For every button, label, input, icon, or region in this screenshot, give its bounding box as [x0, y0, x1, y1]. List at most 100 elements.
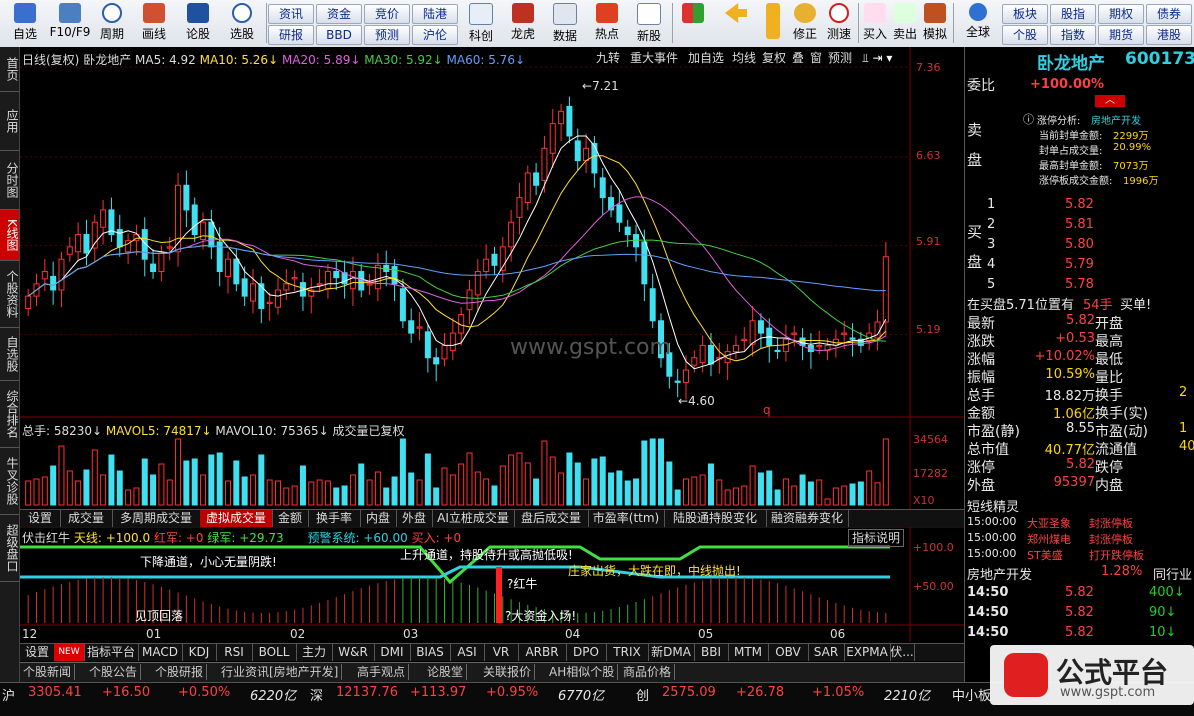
short-item-0-0[interactable]: 15:00:00	[967, 515, 1016, 528]
toolbar-data-button[interactable]: 数据	[544, 2, 586, 45]
indicator-help-button[interactable]: 指标说明	[848, 529, 905, 547]
tab-4[interactable]: 金额	[272, 510, 309, 527]
toolbar-bbd-button[interactable]: BBD	[316, 25, 362, 45]
indicator-tab-16[interactable]: 新DMA	[648, 644, 695, 661]
indicator-tab-21[interactable]: EXPMA	[844, 644, 891, 661]
tab-11[interactable]: 陆股通持股变化	[664, 510, 767, 527]
short-item-0-2[interactable]: 封涨停板	[1089, 515, 1133, 531]
status-1-0[interactable]: 深	[310, 685, 323, 704]
tab-8[interactable]: AI立桩成交量	[432, 510, 515, 527]
toolbar-sim-button[interactable]: 模拟	[920, 2, 950, 45]
toolbar-yanbao-button[interactable]: 研报	[268, 25, 314, 45]
toolbar-lungu-button[interactable]: 论股	[178, 2, 218, 45]
tab-10[interactable]: 市盈率(ttm)	[588, 510, 665, 527]
kline-chart-area[interactable]: 日线(复权) 卧龙地产 MA5: 4.92 MA10: 5.26↓ MA20: …	[20, 47, 964, 642]
indicator-tab-11[interactable]: ASI	[450, 644, 485, 661]
indicator-tab-15[interactable]: TRIX	[606, 644, 649, 661]
indicator-tab-9[interactable]: DMI	[374, 644, 411, 661]
short-item-2-1[interactable]: ST美盛	[1027, 547, 1063, 563]
buy-price-2[interactable]: 5.80	[1065, 237, 1094, 252]
toolbar-updown-button[interactable]	[760, 2, 786, 45]
short-item-1-1[interactable]: 郑州煤电	[1027, 531, 1071, 547]
status-extra[interactable]: 中小板	[952, 685, 991, 704]
status-0-0[interactable]: 沪	[2, 685, 15, 704]
buy-price-1[interactable]: 5.81	[1065, 217, 1094, 232]
toolbar-longhu-button[interactable]: 龙虎	[502, 2, 544, 45]
indicator-tab-6[interactable]: BOLL	[252, 644, 297, 661]
news-tab-1[interactable]: 个股公告	[86, 664, 142, 680]
inbuy-button[interactable]: 买单!	[1120, 294, 1151, 313]
news-tab-7[interactable]: AH相似个股	[546, 664, 619, 680]
indicator-tab-12[interactable]: VR	[484, 644, 519, 661]
status-2-0[interactable]: 创	[636, 685, 649, 704]
indicator-tab-8[interactable]: W&R	[332, 644, 375, 661]
indicator-tab-14[interactable]: DPO	[566, 644, 607, 661]
indicator-tab-22[interactable]: 伏...	[890, 644, 915, 661]
toolbar-ganggu-button[interactable]: 港股	[1146, 25, 1192, 45]
indicator-tab-13[interactable]: ARBR	[518, 644, 567, 661]
toolbar-qihuo-button[interactable]: 期货	[1098, 25, 1144, 45]
news-tab-2[interactable]: 个股研报	[152, 664, 208, 680]
buy-price-3[interactable]: 5.79	[1065, 257, 1094, 272]
indicator-tab-19[interactable]: OBV	[768, 644, 809, 661]
toolbar-period-button[interactable]: 周期	[92, 2, 132, 45]
sidebar-apps[interactable]: 应用	[0, 92, 19, 151]
indicator-tab-3[interactable]: MACD	[138, 644, 183, 661]
toolbar-yuce-button[interactable]: 预测	[364, 25, 410, 45]
indicator-tab-10[interactable]: BIAS	[410, 644, 451, 661]
toolbar-speedtest-button[interactable]: 测速	[822, 2, 856, 45]
indicator-tab-18[interactable]: MTM	[728, 644, 769, 661]
news-tab-3[interactable]: 行业资讯[房地产开发]	[218, 664, 343, 680]
buy-price-4[interactable]: 5.78	[1065, 277, 1094, 292]
collapse-icon[interactable]: ︿	[1095, 95, 1125, 107]
indicator-tab-20[interactable]: SAR	[808, 644, 845, 661]
toolbar-sell-button[interactable]: 卖出	[890, 2, 920, 45]
toolbar-kechuang-button[interactable]: 科创	[460, 2, 502, 45]
sidebar-intraday[interactable]: 分时图	[0, 151, 19, 210]
toolbar-qiquan-button[interactable]: 期权	[1098, 4, 1144, 24]
sidebar-ranking[interactable]: 综合排名	[0, 381, 19, 448]
toolbar-zijin-button[interactable]: 资金	[316, 4, 362, 24]
sidebar-orderbook[interactable]: 超级盘口	[0, 515, 19, 582]
sidebar-watchlist[interactable]: 自选股	[0, 328, 19, 381]
toolbar-xuangu-button[interactable]: 选股	[220, 2, 264, 45]
toolbar-back-button[interactable]	[718, 2, 754, 45]
indicator-tab-2[interactable]: 指标平台	[84, 644, 139, 661]
indicator-tab-1[interactable]: NEW	[54, 644, 85, 661]
news-tab-4[interactable]: 高手观点	[354, 664, 410, 680]
tab-5[interactable]: 换手率	[308, 510, 361, 527]
news-tab-8[interactable]: 商品价格	[620, 664, 676, 680]
tab-12[interactable]: 融资融券变化	[766, 510, 849, 527]
indicator-tab-17[interactable]: BBI	[694, 644, 729, 661]
toolbar-zixuan-button[interactable]: 自选	[3, 2, 47, 45]
toolbar-buy-button[interactable]: 买入	[860, 2, 890, 45]
indicator-tab-7[interactable]: 主力	[296, 644, 333, 661]
industry-button[interactable]: 同行业	[1153, 564, 1192, 583]
tab-1[interactable]: 成交量	[60, 510, 113, 527]
toolbar-jingjia-button[interactable]: 竞价	[364, 4, 410, 24]
sidebar-diagnosis[interactable]: 牛叉诊股	[0, 448, 19, 515]
tab-2[interactable]: 多周期成交量	[112, 510, 201, 527]
tab-9[interactable]: 盘后成交量	[514, 510, 589, 527]
tab-7[interactable]: 外盘	[396, 510, 433, 527]
toolbar-redian-button[interactable]: 热点	[586, 2, 628, 45]
indicator-tab-5[interactable]: RSI	[216, 644, 253, 661]
short-item-1-2[interactable]: 封涨停板	[1089, 531, 1133, 547]
indicator-tab-4[interactable]: KDJ	[182, 644, 217, 661]
buy-price-0[interactable]: 5.82	[1065, 197, 1094, 212]
news-tab-0[interactable]: 个股新闻	[20, 664, 76, 680]
toolbar-hulun-button[interactable]: 沪伦	[412, 25, 458, 45]
news-tab-6[interactable]: 关联报价	[480, 664, 536, 680]
short-item-1-0[interactable]: 15:00:00	[967, 531, 1016, 544]
toolbar-xingu-button[interactable]: 新股	[628, 2, 670, 45]
toolbar-lugang-button[interactable]: 陆港	[412, 4, 458, 24]
short-item-0-1[interactable]: 大亚圣象	[1027, 515, 1071, 531]
tab-3[interactable]: 虚拟成交量	[200, 510, 273, 527]
toolbar-zhishu-button[interactable]: 指数	[1050, 25, 1096, 45]
toolbar-zhaiquan-button[interactable]: 债券	[1146, 4, 1192, 24]
toolbar-f10-button[interactable]: F10/F9	[48, 2, 92, 45]
sidebar-profile[interactable]: 个股资料	[0, 261, 19, 328]
sidebar-kline[interactable]: K线图	[0, 210, 19, 261]
toolbar-global-button[interactable]: 全球	[956, 2, 1000, 45]
toolbar-guzhi-button[interactable]: 股指	[1050, 4, 1096, 24]
